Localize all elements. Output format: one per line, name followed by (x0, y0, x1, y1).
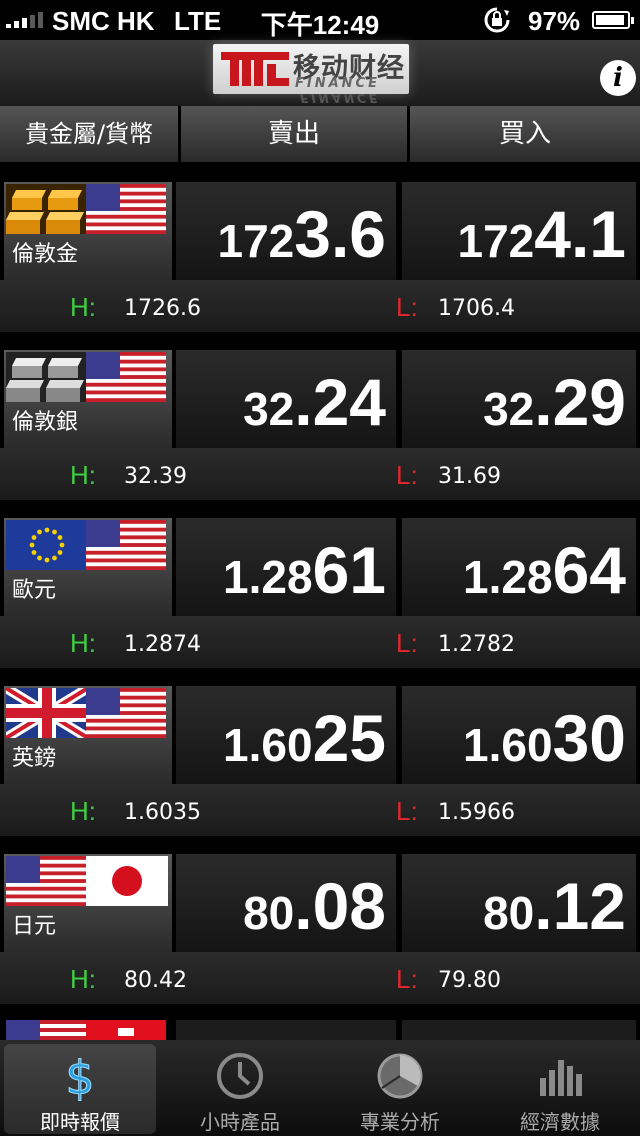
tab-label: 專業分析 (360, 1110, 440, 1134)
svg-text:$: $ (65, 1051, 94, 1102)
battery-icon (592, 11, 634, 29)
low-value: 31.69 (438, 464, 501, 489)
instrument-cell: 倫敦銀 (4, 350, 172, 448)
instrument-cell: 日元 (4, 854, 172, 952)
uk-us-flag-icon (6, 688, 166, 738)
bar-chart-icon (540, 1060, 582, 1096)
instrument-cell: 英鎊 (4, 686, 172, 784)
low-value: 1.2782 (438, 632, 515, 657)
low-label: L: (396, 796, 418, 826)
high-low-bar: H: 1726.6 L: 1706.4 (0, 280, 640, 332)
quote-row-pound[interactable]: 英鎊 1.6025 1.6030 H: 1.6035 L: 1.5966 (0, 670, 640, 838)
high-low-bar: H: 32.39 L: 31.69 (0, 448, 640, 500)
dollar-icon: $ (65, 1051, 95, 1103)
instrument-name: 倫敦金 (12, 242, 79, 267)
low-value: 1706.4 (438, 296, 515, 321)
high-value: 80.42 (124, 968, 187, 993)
sell-price: 1.2861 (223, 533, 386, 607)
high-label: H: (70, 796, 96, 826)
buy-price: 32.29 (483, 365, 626, 439)
tab-bar: $ 即時報價 小時產品 專業分析 經濟數據 (0, 1040, 640, 1136)
low-value: 1.5966 (438, 800, 515, 825)
sell-price-cell: 80.08 (176, 854, 396, 952)
high-label: H: (70, 460, 96, 490)
tab-economic-data[interactable]: 經濟數據 (480, 1040, 640, 1136)
column-header-instrument: 貴金屬/貨幣 (0, 106, 178, 162)
buy-price-cell: 1724.1 (402, 182, 636, 280)
app-logo: 移动财经 FINANCE (213, 44, 409, 94)
high-label: H: (70, 292, 96, 322)
sell-price: 80.08 (243, 869, 386, 943)
sell-price: 32.24 (243, 365, 386, 439)
tab-label: 即時報價 (40, 1110, 120, 1134)
quote-row-euro[interactable]: 歐元 1.2861 1.2864 H: 1.2874 L: 1.2782 (0, 502, 640, 670)
info-button[interactable]: i (600, 60, 636, 96)
low-label: L: (396, 292, 418, 322)
eu-us-flag-icon (6, 520, 166, 570)
gold-bar-us-flag-icon (6, 184, 166, 234)
instrument-name: 歐元 (12, 578, 57, 603)
logo-mark-icon (221, 52, 289, 86)
pie-chart-icon (377, 1053, 423, 1099)
status-bar: SMC HK LTE 下午12:49 97% (0, 0, 640, 40)
sell-price-cell: 32.24 (176, 350, 396, 448)
instrument-cell: 倫敦金 (4, 182, 172, 280)
buy-price: 80.12 (483, 869, 626, 943)
high-low-bar: H: 1.2874 L: 1.2782 (0, 616, 640, 668)
high-value: 1.6035 (124, 800, 201, 825)
tab-professional-analysis[interactable]: 專業分析 (320, 1040, 480, 1136)
high-low-bar: H: 80.42 L: 79.80 (0, 952, 640, 1004)
buy-price-cell: 80.12 (402, 854, 636, 952)
battery-percent: 97% (528, 6, 581, 36)
clock-icon (217, 1053, 263, 1099)
sell-price: 1.6025 (223, 701, 386, 775)
sell-price: 1723.6 (217, 197, 387, 271)
instrument-name: 倫敦銀 (12, 410, 79, 435)
sell-price-cell: 1.6025 (176, 686, 396, 784)
tab-hourly-products[interactable]: 小時產品 (160, 1040, 320, 1136)
high-label: H: (70, 964, 96, 994)
sell-price-cell: 1723.6 (176, 182, 396, 280)
column-header-sell: 賣出 (181, 106, 407, 162)
quote-row-partial[interactable] (0, 1004, 640, 1044)
high-value: 32.39 (124, 464, 187, 489)
buy-price: 1724.1 (457, 197, 627, 271)
buy-price-cell: 32.29 (402, 350, 636, 448)
quote-row-yen[interactable]: 日元 80.08 80.12 H: 80.42 L: 79.80 (0, 838, 640, 1006)
quote-row-gold[interactable]: 倫敦金 1723.6 1724.1 H: 1726.6 L: 1706.4 (0, 166, 640, 334)
sell-price-cell: 1.2861 (176, 518, 396, 616)
low-label: L: (396, 460, 418, 490)
buy-price-cell: 1.2864 (402, 518, 636, 616)
column-header-buy: 買入 (410, 106, 640, 162)
high-value: 1726.6 (124, 296, 201, 321)
instrument-name: 日元 (12, 914, 57, 939)
high-label: H: (70, 628, 96, 658)
low-label: L: (396, 628, 418, 658)
low-value: 79.80 (438, 968, 501, 993)
high-value: 1.2874 (124, 632, 201, 657)
high-low-bar: H: 1.6035 L: 1.5966 (0, 784, 640, 836)
silver-bar-us-flag-icon (6, 352, 166, 402)
instrument-cell: 歐元 (4, 518, 172, 616)
buy-price: 1.2864 (463, 533, 626, 607)
logo-english-text: FINANCE (295, 76, 380, 91)
quote-row-silver[interactable]: 倫敦銀 32.24 32.29 H: 32.39 L: 31.69 (0, 334, 640, 502)
tab-live-quotes[interactable]: $ 即時報價 (4, 1044, 156, 1134)
buy-price-cell: 1.6030 (402, 686, 636, 784)
rotation-lock-icon (484, 7, 510, 33)
low-label: L: (396, 964, 418, 994)
tab-label: 經濟數據 (520, 1110, 600, 1134)
buy-price: 1.6030 (463, 701, 626, 775)
instrument-name: 英鎊 (12, 746, 57, 771)
tab-label: 小時產品 (200, 1110, 280, 1134)
logo-reflection: FINANCE (300, 93, 381, 105)
us-japan-flag-icon (6, 856, 168, 906)
